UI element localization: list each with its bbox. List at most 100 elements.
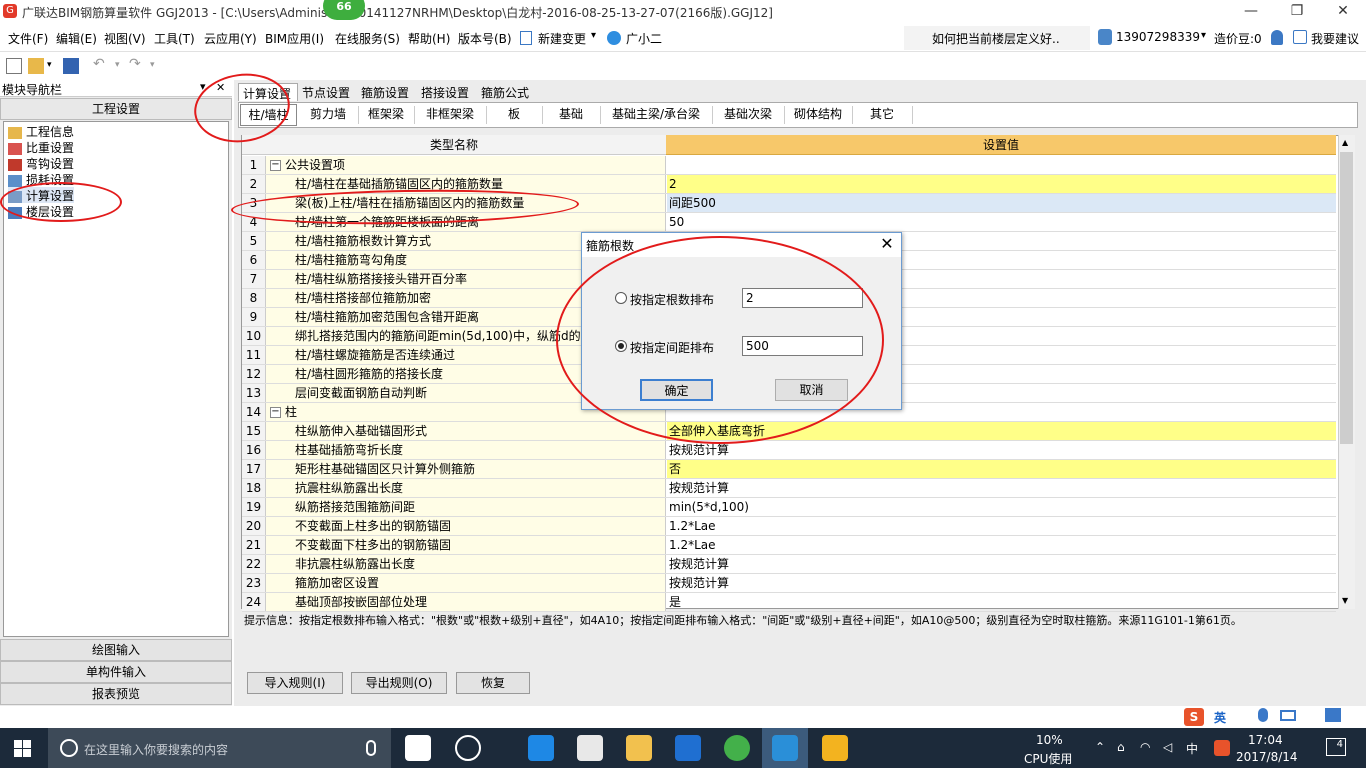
clock-time[interactable]: 17:04 xyxy=(1248,733,1283,747)
network-icon[interactable]: ⌂ xyxy=(1117,740,1125,754)
user-phone[interactable]: 13907298339 xyxy=(1116,30,1200,44)
setting-value-cell[interactable]: 按规范计算 xyxy=(667,555,1336,573)
tab-nodes[interactable]: 节点设置 xyxy=(298,83,355,101)
close-window-button[interactable]: ✕ xyxy=(1320,0,1366,24)
setting-value-cell[interactable]: 1.2*Lae xyxy=(667,517,1336,535)
import-rules-button[interactable]: 导入规则(I) xyxy=(247,672,343,694)
sogou-logo-icon[interactable]: S xyxy=(1184,708,1204,726)
table-row[interactable]: 16 柱基础插筋弯折长度 按规范计算 xyxy=(242,441,1336,460)
search-suggestion[interactable]: 如何把当前楼层定义好.. xyxy=(904,26,1090,50)
subtab-masonry[interactable]: 砌体结构 xyxy=(784,104,852,126)
menu-version[interactable]: 版本号(B) xyxy=(458,30,512,47)
table-row[interactable]: 20 不变截面上柱多出的钢筋锚固 1.2*Lae xyxy=(242,517,1336,536)
table-row[interactable]: 1− 公共设置项 xyxy=(242,156,1336,175)
setting-value-cell[interactable]: min(5*d,100) xyxy=(667,498,1336,516)
volume-icon[interactable]: ◁ xyxy=(1163,740,1172,754)
menu-tools[interactable]: 工具(T) xyxy=(154,30,195,47)
subtab-foundation-secondary-beam[interactable]: 基础次梁 xyxy=(712,104,784,126)
table-row[interactable]: 23 箍筋加密区设置 按规范计算 xyxy=(242,574,1336,593)
chevron-down-icon[interactable]: ▾ xyxy=(115,60,120,70)
menu-view[interactable]: 视图(V) xyxy=(104,30,146,47)
scroll-down-icon[interactable]: ▼ xyxy=(1342,596,1348,605)
redo-icon[interactable]: ↷ xyxy=(129,56,141,72)
minimize-button[interactable]: — xyxy=(1228,0,1274,24)
edge-icon[interactable] xyxy=(528,735,554,761)
menu-help[interactable]: 帮助(H) xyxy=(408,30,450,47)
subtab-non-frame-beam[interactable]: 非框架梁 xyxy=(414,104,486,126)
notes-app-icon[interactable] xyxy=(822,735,848,761)
export-rules-button[interactable]: 导出规则(O) xyxy=(351,672,447,694)
dialog-close-icon[interactable]: ✕ xyxy=(876,234,898,256)
setting-value-cell[interactable]: 按规范计算 xyxy=(667,574,1336,592)
tree-item-project-info[interactable]: 工程信息 xyxy=(8,123,74,139)
tab-lap[interactable]: 搭接设置 xyxy=(417,83,474,101)
tab-stirrup-formula[interactable]: 箍筋公式 xyxy=(477,83,534,101)
setting-value-cell[interactable]: 按规范计算 xyxy=(667,479,1336,497)
nav-component-input[interactable]: 单构件输入 xyxy=(0,661,232,683)
clock-date[interactable]: 2017/8/14 xyxy=(1236,750,1298,764)
table-row[interactable]: 17 矩形柱基础锚固区只计算外侧箍筋 否 xyxy=(242,460,1336,479)
file-explorer-icon[interactable] xyxy=(626,735,652,761)
chevron-down-icon[interactable]: ▾ xyxy=(591,30,596,41)
subtab-other[interactable]: 其它 xyxy=(852,104,912,126)
setting-value-cell[interactable]: 50 xyxy=(667,213,1336,231)
wifi-icon[interactable]: ◠ xyxy=(1140,740,1150,754)
subtab-shear-wall[interactable]: 剪力墙 xyxy=(298,104,358,126)
ime-language[interactable]: 英 xyxy=(1214,709,1226,726)
column-header-name[interactable]: 类型名称 xyxy=(242,135,666,155)
collapse-toggle-icon[interactable]: − xyxy=(270,160,281,171)
chevron-up-icon[interactable]: ⌃ xyxy=(1095,740,1105,754)
store-icon[interactable] xyxy=(577,735,603,761)
open-folder-icon[interactable] xyxy=(28,58,44,74)
setting-value-cell[interactable] xyxy=(667,156,1336,174)
app-pinwheel-icon[interactable] xyxy=(405,735,431,761)
new-file-icon[interactable] xyxy=(6,58,22,74)
glodon-app-icon[interactable] xyxy=(675,735,701,761)
scrollbar-thumb[interactable] xyxy=(1340,152,1353,444)
green-app-icon[interactable] xyxy=(724,735,750,761)
table-row[interactable]: 18 抗震柱纵筋露出长度 按规范计算 xyxy=(242,479,1336,498)
undo-icon[interactable]: ↶ xyxy=(93,56,105,72)
tree-item-hook[interactable]: 弯钩设置 xyxy=(8,155,74,171)
microphone-icon[interactable] xyxy=(1258,708,1268,722)
menu-assistant[interactable]: 广小二 xyxy=(626,30,662,47)
table-row[interactable]: 24 基础顶部按嵌固部位处理 是 xyxy=(242,593,1336,612)
menu-file[interactable]: 文件(F) xyxy=(8,30,48,47)
restore-button-defaults[interactable]: 恢复 xyxy=(456,672,530,694)
scroll-up-icon[interactable]: ▲ xyxy=(1342,138,1348,147)
ime-mode[interactable]: 中 xyxy=(1186,740,1198,757)
notification-center-icon[interactable]: 4 xyxy=(1326,738,1346,756)
chevron-down-icon[interactable]: ▾ xyxy=(47,60,52,70)
suggest-link[interactable]: 我要建议 xyxy=(1311,30,1359,47)
tab-stirrups[interactable]: 箍筋设置 xyxy=(357,83,414,101)
setting-value-cell[interactable]: 2 xyxy=(667,175,1336,193)
save-icon[interactable] xyxy=(63,58,79,74)
menu-cloud[interactable]: 云应用(Y) xyxy=(204,30,257,47)
table-row[interactable]: 22 非抗震柱纵筋露出长度 按规范计算 xyxy=(242,555,1336,574)
tree-item-density[interactable]: 比重设置 xyxy=(8,139,74,155)
subtab-foundation[interactable]: 基础 xyxy=(542,104,600,126)
nav-report-preview[interactable]: 报表预览 xyxy=(0,683,232,705)
menu-new-change[interactable]: 新建变更 xyxy=(538,30,586,47)
setting-value-cell[interactable]: 按规范计算 xyxy=(667,441,1336,459)
nav-drawing-input[interactable]: 绘图输入 xyxy=(0,639,232,661)
menu-bim[interactable]: BIM应用(I) xyxy=(265,30,324,47)
subtab-foundation-main-beam[interactable]: 基础主梁/承台梁 xyxy=(600,104,712,126)
setting-value-cell[interactable]: 间距500 xyxy=(667,194,1336,212)
menu-edit[interactable]: 编辑(E) xyxy=(56,30,97,47)
app-browser-swirl-icon[interactable] xyxy=(455,735,481,761)
voice-search-icon[interactable] xyxy=(366,740,376,756)
sogou-tray-icon[interactable] xyxy=(1214,740,1230,756)
glodon-ggj-icon[interactable] xyxy=(772,735,798,761)
column-header-value[interactable]: 设置值 xyxy=(666,135,1336,155)
table-row[interactable]: 19 纵筋搭接范围箍筋间距 min(5*d,100) xyxy=(242,498,1336,517)
collapse-toggle-icon[interactable]: − xyxy=(270,407,281,418)
restore-button[interactable]: ❐ xyxy=(1274,0,1320,24)
chevron-down-icon[interactable]: ▾ xyxy=(1201,30,1206,41)
subtab-slab[interactable]: 板 xyxy=(486,104,542,126)
setting-value-cell[interactable]: 否 xyxy=(667,460,1336,478)
table-row[interactable]: 21 不变截面下柱多出的钢筋锚固 1.2*Lae xyxy=(242,536,1336,555)
performance-badge[interactable]: 66 xyxy=(323,0,365,20)
setting-value-cell[interactable]: 是 xyxy=(667,593,1336,611)
taskbar-search-placeholder[interactable]: 在这里输入你要搜索的内容 xyxy=(84,741,228,758)
